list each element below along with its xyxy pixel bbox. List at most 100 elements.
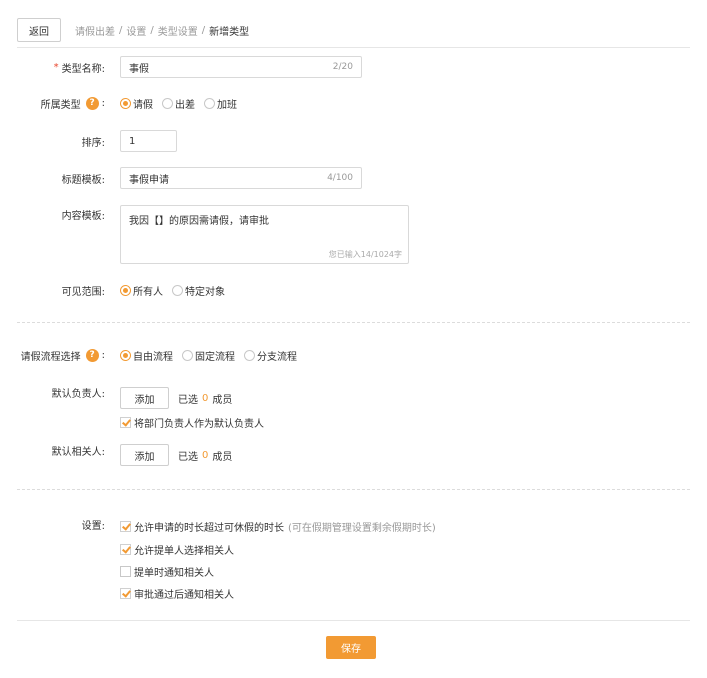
breadcrumb-separator: /: [201, 24, 206, 36]
title-template-label: 标题模板:: [61, 174, 105, 186]
radio-category-trip[interactable]: 出差: [162, 96, 195, 111]
add-owner-button[interactable]: 添加: [120, 387, 169, 409]
radio-dot-icon: [120, 97, 131, 109]
checkbox-label: 将部门负责人作为默认负责人: [134, 418, 264, 430]
visibility-row: 可见范围: 所有人 特定对象: [0, 283, 707, 298]
picked-suffix: 成员: [212, 451, 233, 463]
category-row: 所属类型 ? : 请假 出差 加班: [0, 96, 707, 111]
breadcrumb: 请假出差 / 设置 / 类型设置 / 新增类型: [75, 23, 249, 38]
radio-visibility-specific[interactable]: 特定对象: [172, 283, 225, 298]
breadcrumb-item-settings[interactable]: 设置: [126, 23, 146, 38]
radio-visibility-all[interactable]: 所有人: [120, 283, 163, 298]
setting-allow-choose-related-checkbox[interactable]: 允许提单人选择相关人: [120, 542, 234, 557]
checkbox-label: 允许申请的时长超过可休假的时长: [134, 522, 284, 534]
help-icon[interactable]: ?: [85, 96, 99, 110]
flow-radio-group: 自由流程 固定流程 分支流程: [120, 348, 306, 363]
radio-label: 出差: [175, 99, 195, 111]
required-mark: *: [53, 61, 59, 73]
section-divider: [17, 322, 690, 323]
checkbox-label: 提单时通知相关人: [134, 567, 214, 579]
settings-label: 设置:: [81, 520, 105, 532]
header-divider: [17, 47, 690, 48]
setting-notify-on-approve-checkbox[interactable]: 审批通过后通知相关人: [120, 586, 234, 601]
picked-prefix: 已选: [178, 394, 198, 406]
picked-prefix: 已选: [178, 451, 198, 463]
footer-divider: [17, 620, 690, 621]
title-template-value: 事假申请: [129, 174, 169, 186]
type-name-label: * 类型名称:: [54, 56, 105, 78]
back-button[interactable]: 返回: [17, 18, 61, 42]
visibility-radio-group: 所有人 特定对象: [120, 283, 234, 298]
breadcrumb-item-leave-trip[interactable]: 请假出差: [75, 23, 115, 38]
flow-choice-label: 请假流程选择 ? :: [20, 348, 105, 363]
default-owner-picker: 添加 已选 0 成员: [120, 387, 232, 409]
flow-choice-label-colon: :: [101, 349, 105, 361]
setting-notify-on-submit-checkbox[interactable]: 提单时通知相关人: [120, 564, 214, 579]
top-bar: 返回 请假出差 / 设置 / 类型设置 / 新增类型: [17, 18, 249, 42]
radio-flow-branch[interactable]: 分支流程: [244, 348, 297, 363]
sort-row: 排序: 1: [0, 130, 707, 152]
picked-number: 0: [202, 392, 209, 404]
content-template-count: 您已输入14/1024字: [328, 250, 402, 259]
radio-category-leave[interactable]: 请假: [120, 96, 153, 111]
dept-head-checkbox[interactable]: 将部门负责人作为默认负责人: [120, 415, 264, 430]
default-related-picker: 添加 已选 0 成员: [120, 444, 232, 466]
settings-row: 设置: 允许申请的时长超过可休假的时长 (可在假期管理设置剩余假期时长) 允许提…: [0, 517, 707, 607]
radio-dot-icon: [120, 349, 131, 361]
breadcrumb-separator: /: [119, 24, 123, 36]
add-related-button[interactable]: 添加: [120, 444, 169, 466]
radio-label: 分支流程: [257, 351, 297, 363]
radio-dot-icon: [204, 97, 215, 109]
default-related-row: 默认相关人: 添加 已选 0 成员: [0, 443, 707, 467]
type-name-value: 事假: [129, 63, 149, 75]
radio-label: 固定流程: [195, 351, 235, 363]
related-picked-count: 已选 0 成员: [178, 448, 232, 463]
title-template-count: 4/100: [327, 173, 353, 183]
picked-suffix: 成员: [212, 394, 233, 406]
checkbox-icon: [120, 587, 131, 599]
content-template-row: 内容模板: 我因【】的原因需请假，请审批 您已输入14/1024字: [0, 205, 707, 264]
type-name-count: 2/20: [332, 62, 353, 72]
section-divider: [17, 489, 690, 490]
default-related-label: 默认相关人:: [51, 446, 105, 458]
default-owner-label: 默认负责人:: [51, 388, 105, 400]
type-name-label-text: 类型名称:: [61, 63, 105, 75]
sort-input[interactable]: 1: [120, 130, 177, 152]
radio-dot-icon: [120, 284, 131, 296]
radio-dot-icon: [172, 284, 183, 296]
checkbox-icon: [120, 416, 131, 428]
checkbox-label: 审批通过后通知相关人: [134, 589, 234, 601]
radio-dot-icon: [244, 349, 255, 361]
category-label-text: 所属类型: [40, 99, 81, 111]
radio-flow-fixed[interactable]: 固定流程: [182, 348, 235, 363]
sort-label: 排序:: [81, 137, 105, 149]
owner-picked-count: 已选 0 成员: [178, 391, 232, 406]
breadcrumb-item-type-settings[interactable]: 类型设置: [158, 23, 198, 38]
title-template-input[interactable]: 事假申请 4/100: [120, 167, 362, 189]
content-template-value: 我因【】的原因需请假，请审批: [129, 216, 269, 227]
visibility-label: 可见范围:: [61, 286, 105, 298]
content-template-label: 内容模板:: [61, 210, 105, 222]
save-button[interactable]: 保存: [326, 636, 376, 659]
radio-flow-free[interactable]: 自由流程: [120, 348, 173, 363]
radio-dot-icon: [162, 97, 173, 109]
checkbox-hint: (可在假期管理设置剩余假期时长): [288, 522, 436, 534]
setting-allow-exceed-checkbox[interactable]: 允许申请的时长超过可休假的时长 (可在假期管理设置剩余假期时长): [120, 519, 436, 534]
sort-value: 1: [129, 135, 136, 147]
breadcrumb-item-current: 新增类型: [209, 26, 250, 38]
content-template-textarea[interactable]: 我因【】的原因需请假，请审批 您已输入14/1024字: [120, 205, 409, 264]
flow-choice-row: 请假流程选择 ? : 自由流程 固定流程 分支流程: [0, 348, 707, 363]
breadcrumb-separator: /: [150, 24, 154, 36]
help-icon[interactable]: ?: [85, 348, 99, 362]
flow-choice-label-text: 请假流程选择: [20, 351, 81, 363]
category-label-colon: :: [101, 97, 105, 109]
radio-label: 特定对象: [185, 286, 225, 298]
default-owner-row: 默认负责人: 添加 已选 0 成员 将部门负责人作为默认负责人: [0, 385, 707, 430]
radio-category-overtime[interactable]: 加班: [204, 96, 237, 111]
category-label: 所属类型 ? :: [40, 96, 105, 111]
radio-label: 所有人: [133, 286, 163, 298]
checkbox-icon: [120, 520, 131, 532]
type-name-input[interactable]: 事假 2/20: [120, 56, 362, 78]
radio-dot-icon: [182, 349, 193, 361]
checkbox-label: 允许提单人选择相关人: [134, 545, 234, 557]
